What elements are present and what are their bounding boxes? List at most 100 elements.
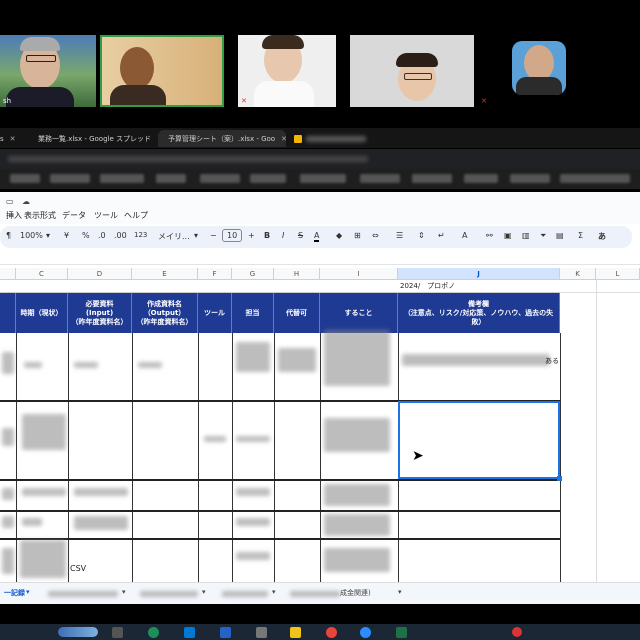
video-tile-1[interactable]: sh [0, 35, 96, 107]
menu-data[interactable]: データ [62, 210, 86, 221]
excel-icon[interactable] [396, 627, 407, 638]
chevron-down-icon[interactable]: ▾ [122, 588, 126, 596]
browser-tab[interactable]: s ✕ [0, 130, 28, 147]
column-header-l[interactable]: L [596, 268, 640, 280]
browser-tab-sheet-2-active[interactable]: 予算管理シート（案）.xlsx - Goo ✕ [158, 130, 286, 147]
chevron-down-icon[interactable]: ▾ [26, 588, 30, 596]
selected-cell-j[interactable] [398, 401, 560, 479]
notification-badge-icon[interactable] [512, 627, 522, 637]
app-icon[interactable] [112, 627, 123, 638]
filter-views-icon[interactable]: ▤ [556, 231, 564, 240]
cell-j-note[interactable]: 2024/ プロポノ [400, 281, 455, 291]
chevron-down-icon[interactable]: ▾ [202, 588, 206, 596]
sheet-tab-active[interactable]: 一記録 [4, 588, 25, 598]
column-header-i[interactable]: I [320, 268, 398, 280]
widgets-icon[interactable] [58, 627, 98, 637]
header-cell-input[interactable]: 必要資料 (Input) （昨年度資料名） [68, 293, 132, 333]
grid-line [274, 333, 275, 596]
borders-icon[interactable]: ⊞ [354, 231, 361, 240]
chart-icon[interactable]: ▥ [522, 231, 530, 240]
fill-color-icon[interactable]: ◆ [336, 231, 342, 240]
menu-insert[interactable]: 挿入 [6, 210, 22, 221]
close-icon[interactable]: ✕ [10, 135, 16, 143]
zoom-select[interactable]: 100% [20, 231, 43, 240]
menu-help[interactable]: ヘルプ [124, 210, 148, 221]
chevron-down-icon[interactable]: ▾ [46, 231, 50, 240]
filter-icon[interactable]: ⏷ [540, 231, 546, 241]
percent-button[interactable]: % [82, 231, 90, 240]
sheet-tab-bar: 一記録 ▾ ▾ ▾ ▾ 成金関連) ▾ [0, 582, 640, 604]
fill-handle[interactable] [557, 476, 562, 481]
text-color-button[interactable]: A [314, 231, 320, 242]
app-icon[interactable] [290, 627, 301, 638]
header-cell-output[interactable]: 作成資料名 （Output） （昨年度資料名） [132, 293, 198, 333]
column-header-d[interactable]: D [68, 268, 132, 280]
address-bar[interactable] [0, 149, 640, 169]
comment-icon[interactable]: ▣ [504, 231, 512, 240]
column-header-e[interactable]: E [132, 268, 198, 280]
header-cell-substitute[interactable]: 代替可 [274, 293, 320, 333]
menu-format[interactable]: 表示形式 [24, 210, 56, 221]
close-icon[interactable]: ✕ [281, 135, 286, 143]
text-wrap-icon[interactable]: ↵ [438, 231, 445, 240]
video-tile-2-active-speaker[interactable] [100, 35, 224, 107]
font-select[interactable]: メイリ... [158, 231, 190, 242]
browser-tab[interactable] [288, 130, 388, 147]
store-icon[interactable] [184, 627, 195, 638]
bold-button[interactable]: B [264, 231, 270, 240]
zoom-icon[interactable] [360, 627, 371, 638]
spreadsheet-window: ▭ ☁ 挿入 表示形式 データ ツール ヘルプ ¶ 100% ▾ ¥ % .0 … [0, 192, 640, 604]
functions-button[interactable]: Σ [578, 231, 583, 240]
menu-tools[interactable]: ツール [94, 210, 118, 221]
edge-icon[interactable] [148, 627, 159, 638]
chrome-icon[interactable] [326, 627, 337, 638]
italic-button[interactable]: I [282, 231, 284, 240]
browser-tab-sheet-1[interactable]: 業務一覧.xlsx - Google スプレッド✕ [28, 130, 156, 147]
font-size-input[interactable]: 10 [222, 229, 243, 242]
column-header-k[interactable]: K [560, 268, 596, 280]
link-icon[interactable]: ⚯ [486, 231, 493, 240]
cloud-icon[interactable]: ☁ [22, 197, 30, 206]
formula-bar[interactable] [0, 250, 640, 265]
row-divider [0, 510, 560, 512]
video-tile-4[interactable] [350, 35, 474, 107]
header-cell-b[interactable] [0, 293, 16, 333]
chevron-down-icon[interactable]: ▾ [194, 231, 198, 240]
column-header-b[interactable] [0, 268, 16, 280]
column-header-j[interactable]: J [398, 268, 560, 280]
column-header-c[interactable]: C [16, 268, 68, 280]
vertical-align-icon[interactable]: ⇕ [418, 231, 425, 240]
chevron-down-icon[interactable]: ▾ [398, 588, 402, 596]
strikethrough-button[interactable]: S [298, 231, 303, 240]
merge-cells-icon[interactable]: ⇔ [372, 231, 379, 240]
increase-decimal-button[interactable]: .00 [114, 231, 127, 240]
paint-format-icon[interactable]: ¶ [6, 231, 11, 240]
grid-line [132, 333, 133, 596]
mail-icon[interactable] [220, 627, 231, 638]
decrease-decimal-button[interactable]: .0 [98, 231, 106, 240]
column-header-h[interactable]: H [274, 268, 320, 280]
input-tools-button[interactable]: あ [598, 231, 606, 242]
number-format-button[interactable]: 123 [134, 231, 147, 239]
align-icon[interactable]: ☰ [396, 231, 403, 240]
column-header-g[interactable]: G [232, 268, 274, 280]
header-cell-tool[interactable]: ツール [198, 293, 232, 333]
header-cell-task[interactable]: すること [320, 293, 398, 333]
video-tile-3[interactable]: ✕ [238, 35, 336, 107]
cell-j-row1[interactable]: ある [545, 356, 559, 366]
decrease-font-size-button[interactable]: − [210, 231, 217, 240]
video-tile-5[interactable]: ✕ [478, 35, 600, 107]
text-rotation-button[interactable]: A [462, 231, 467, 240]
cell-d-csv[interactable]: CSV [70, 564, 86, 573]
app-icon[interactable] [256, 627, 267, 638]
sheet-tab[interactable]: 成金関連) [340, 588, 371, 598]
header-cell-notes[interactable]: 備考欄 （注意点、リスク/対応策、ノウハウ、過去の失敗） [398, 293, 560, 333]
currency-button[interactable]: ¥ [64, 231, 69, 240]
chevron-down-icon[interactable]: ▾ [272, 588, 276, 596]
column-header-f[interactable]: F [198, 268, 232, 280]
increase-font-size-button[interactable]: + [248, 231, 255, 240]
header-cell-owner[interactable]: 担当 [232, 293, 274, 333]
folder-icon[interactable]: ▭ [6, 197, 14, 206]
header-cell-timing[interactable]: 時期（現状） [16, 293, 68, 333]
grid-line [232, 333, 233, 596]
